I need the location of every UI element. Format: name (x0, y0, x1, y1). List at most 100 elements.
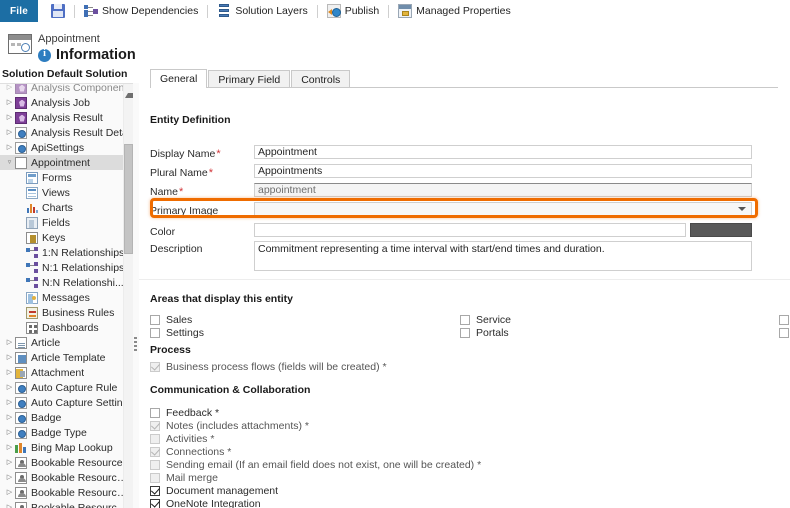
checkbox-icon[interactable] (460, 328, 470, 338)
primary-image-dropdown[interactable] (254, 202, 752, 216)
tree-item[interactable]: N:N Relationshi... (0, 275, 133, 290)
publish-button[interactable]: Publish (320, 0, 386, 22)
tree-item[interactable]: Business Rules (0, 305, 133, 320)
plural-name-input[interactable]: Appointments (254, 164, 752, 178)
expand-arrow-icon[interactable]: ▷ (4, 144, 15, 151)
color-swatch[interactable] (690, 223, 752, 237)
tree-item[interactable]: ▷Badge (0, 410, 133, 425)
communication-checkbox[interactable]: Notes (includes attachments) * (150, 419, 309, 432)
color-input[interactable] (254, 223, 686, 237)
area-checkbox[interactable]: Sales (150, 313, 192, 326)
description-input[interactable]: Commitment representing a time interval … (254, 241, 752, 271)
communication-checkbox[interactable]: Connections * (150, 445, 231, 458)
tree-item[interactable]: ▷Analysis Result (0, 110, 133, 125)
expand-arrow-icon[interactable]: ▷ (4, 429, 15, 436)
communication-checkbox[interactable]: Mail merge (150, 471, 218, 484)
entity-definition-title: Entity Definition (150, 114, 231, 126)
tree-item[interactable]: ▷Bing Map Lookup (0, 440, 133, 455)
file-menu-button[interactable]: File (0, 0, 38, 22)
tree-item[interactable]: ▷Badge Type (0, 425, 133, 440)
save-button[interactable] (44, 0, 72, 22)
expand-arrow-icon[interactable]: ▷ (4, 414, 15, 421)
expand-arrow-icon[interactable]: ▷ (4, 384, 15, 391)
area-checkbox[interactable]: Service (460, 313, 511, 326)
expand-arrow-icon[interactable]: ▷ (4, 129, 15, 136)
communication-checkbox[interactable]: OneNote Integration (150, 497, 261, 508)
areas-extra-checkbox[interactable] (779, 326, 789, 339)
tree-item[interactable]: Dashboards (0, 320, 133, 335)
tab-controls[interactable]: Controls (291, 70, 350, 88)
checkbox-checked-icon[interactable] (150, 362, 160, 372)
tree-item[interactable]: ▷Bookable Resource ... (0, 470, 133, 485)
checkbox-checked-icon[interactable] (150, 421, 160, 431)
tree-item[interactable]: ▷Attachment (0, 365, 133, 380)
checkbox-checked-icon[interactable] (150, 447, 160, 457)
tree-item[interactable]: Messages (0, 290, 133, 305)
process-checkbox[interactable]: Business process flows (fields will be c… (150, 360, 387, 373)
expand-arrow-icon[interactable]: ▷ (4, 354, 15, 361)
checkbox-checked-icon[interactable] (150, 499, 160, 508)
tree-item[interactable]: ▷ApiSettings (0, 140, 133, 155)
collapse-arrow-icon[interactable]: ▿ (4, 159, 15, 166)
expand-arrow-icon[interactable]: ▷ (4, 99, 15, 106)
tree-item[interactable]: ▷Auto Capture Rule (0, 380, 133, 395)
expand-arrow-icon[interactable]: ▷ (4, 489, 15, 496)
checkbox-icon[interactable] (150, 408, 160, 418)
tree-item-label: Charts (42, 202, 73, 214)
tree-item[interactable]: ▷Analysis Component (0, 83, 133, 95)
checkbox-icon[interactable] (150, 434, 160, 444)
tree-item[interactable]: ▷Article Template (0, 350, 133, 365)
solution-layers-button[interactable]: Solution Layers (210, 0, 314, 22)
checkbox-icon[interactable] (150, 328, 160, 338)
expand-arrow-icon[interactable]: ▷ (4, 444, 15, 451)
tab-primary-field[interactable]: Primary Field (208, 70, 290, 88)
expand-arrow-icon[interactable]: ▷ (4, 504, 15, 508)
checkbox-checked-icon[interactable] (150, 486, 160, 496)
tree-item[interactable]: ▿Appointment (0, 155, 133, 170)
tab-general[interactable]: General (150, 69, 207, 88)
tree-item[interactable]: Charts (0, 200, 133, 215)
checkbox-icon[interactable] (150, 460, 160, 470)
checkbox-icon[interactable] (150, 473, 160, 483)
tree-item[interactable]: ▷Article (0, 335, 133, 350)
expand-arrow-icon[interactable]: ▷ (4, 369, 15, 376)
communication-title: Communication & Collaboration (150, 384, 310, 396)
splitter-grip[interactable] (134, 337, 137, 351)
tree-item[interactable]: Forms (0, 170, 133, 185)
area-checkbox[interactable]: Portals (460, 326, 509, 339)
expand-arrow-icon[interactable]: ▷ (4, 84, 15, 91)
bing-icon (15, 442, 27, 454)
tree-item[interactable]: 1:N Relationships (0, 245, 133, 260)
area-checkbox[interactable]: Settings (150, 326, 204, 339)
communication-checkbox[interactable]: Document management (150, 484, 278, 497)
tree-item[interactable]: Views (0, 185, 133, 200)
tree-item[interactable]: ▷Auto Capture Settin... (0, 395, 133, 410)
entity-tree-panel[interactable]: ▷Analysis Component▷Analysis Job▷Analysi… (0, 83, 134, 508)
display-name-input[interactable]: Appointment (254, 145, 752, 159)
expand-arrow-icon[interactable]: ▷ (4, 339, 15, 346)
areas-extra-checkbox[interactable] (779, 313, 789, 326)
communication-checkbox[interactable]: Activities * (150, 432, 214, 445)
checkbox-icon[interactable] (460, 315, 470, 325)
tree-item[interactable]: Fields (0, 215, 133, 230)
tree-item[interactable]: ▷Analysis Job (0, 95, 133, 110)
show-dependencies-button[interactable]: Show Dependencies (77, 0, 205, 22)
tree-scrollbar-thumb[interactable] (124, 144, 133, 254)
expand-arrow-icon[interactable]: ▷ (4, 114, 15, 121)
managed-properties-button[interactable]: Managed Properties (391, 0, 518, 22)
tree-scrollbar[interactable] (123, 84, 133, 508)
checkbox-icon[interactable] (150, 315, 160, 325)
expand-arrow-icon[interactable]: ▷ (4, 459, 15, 466)
tree-item[interactable]: ▷Bookable Resource ... (0, 500, 133, 508)
checkbox-icon[interactable] (779, 328, 789, 338)
communication-checkbox[interactable]: Feedback * (150, 406, 219, 419)
communication-checkbox[interactable]: Sending email (If an email field does no… (150, 458, 481, 471)
expand-arrow-icon[interactable]: ▷ (4, 399, 15, 406)
expand-arrow-icon[interactable]: ▷ (4, 474, 15, 481)
tree-item[interactable]: N:1 Relationships (0, 260, 133, 275)
checkbox-icon[interactable] (779, 315, 789, 325)
tree-item[interactable]: Keys (0, 230, 133, 245)
tree-item[interactable]: ▷Bookable Resource ... (0, 485, 133, 500)
tree-item[interactable]: ▷Analysis Result Detail (0, 125, 133, 140)
tree-item[interactable]: ▷Bookable Resource (0, 455, 133, 470)
